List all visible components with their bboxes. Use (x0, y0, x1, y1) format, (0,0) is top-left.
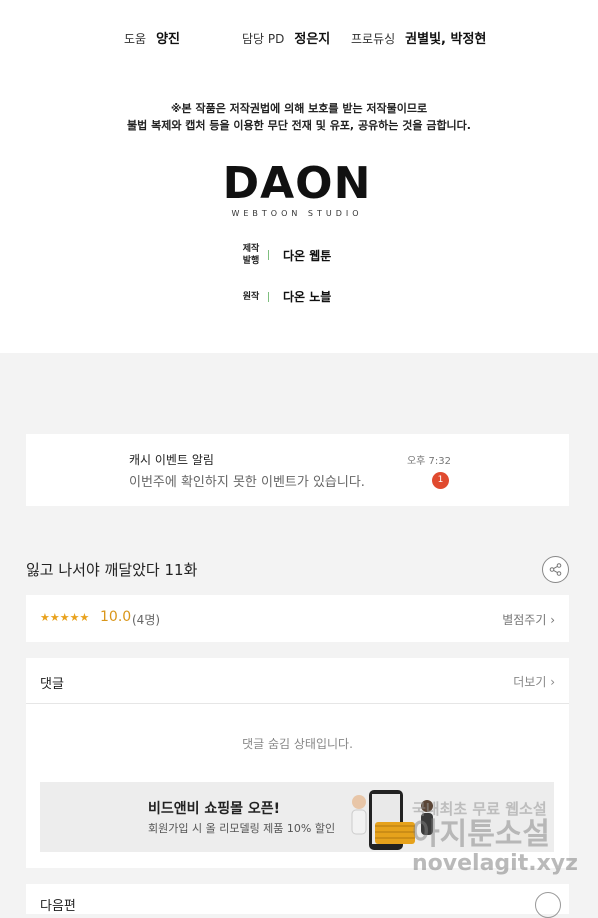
comments-more-button[interactable]: 더보기 › (513, 673, 555, 690)
next-arrow-icon (535, 892, 561, 918)
production-value: 다온 웹툰 (283, 248, 332, 263)
notification-card[interactable]: 캐시 이벤트 알림 이번주에 확인하지 못한 이벤트가 있습니다. 오후 7:3… (26, 434, 569, 506)
credit-pd-label: 담당 PD (242, 32, 285, 46)
comments-hidden-text: 댓글 숨김 상태입니다. (242, 737, 353, 751)
production-label-2: 발행 (242, 256, 260, 266)
notification-badge: 1 (432, 472, 449, 489)
rating-card: ★★★★★ 10.0 (4명) 별점주기 › (26, 595, 569, 642)
rating-score: 10.0 (100, 609, 132, 625)
credits-section: 도움 양진 담당 PD 정은지 프로듀싱 권별빛, 박정현 ※본 작품은 저작권법에 … (0, 0, 598, 353)
notification-title: 캐시 이벤트 알림 (129, 453, 214, 467)
rate-button[interactable]: 별점주기 › (502, 611, 555, 628)
meta-divider (268, 250, 269, 260)
credit-assist-value: 양진 (156, 32, 181, 47)
credit-producing-value: 권별빛, 박정현 (405, 32, 487, 47)
logo-main: DAON (222, 158, 372, 209)
production-label-1: 제작 (242, 244, 260, 254)
meta-divider (268, 291, 269, 302)
notification-time: 오후 7:32 (406, 456, 451, 467)
notification-message: 이번주에 확인하지 못한 이벤트가 있습니다. (129, 475, 365, 490)
credit-assist-label: 도움 (124, 32, 147, 46)
original-label: 원작 (242, 291, 260, 302)
watermark: 국내최초 무료 웹소설 아지툰소설 novelagit.xyz (412, 798, 592, 876)
comments-header: 댓글 (40, 677, 64, 692)
notice-line-1: ※본 작품은 저작권법에 의해 보호를 받는 저작물이므로 (170, 102, 428, 115)
credit-pd: 담당 PD 정은지 (242, 28, 330, 47)
credit-assist: 도움 양진 (124, 28, 180, 47)
production-row: 제작 발행 다온 웹툰 (236, 243, 332, 267)
credit-producing: 프로듀싱 권별빛, 박정현 (351, 28, 486, 47)
daon-logo: DAON WEBTOON STUDIO (222, 158, 372, 219)
production-label: 제작 발행 (236, 243, 266, 267)
watermark-line-1: 국내최초 무료 웹소설 (412, 800, 547, 818)
episode-title: 잃고 나서야 깨달았다 11화 (26, 561, 198, 579)
watermark-line-3: novelagit.xyz (412, 851, 578, 876)
comments-divider (26, 703, 569, 704)
logo-sub: WEBTOON STUDIO (231, 209, 363, 218)
watermark-line-2: 아지툰소설 (412, 817, 550, 852)
next-episode-label: 다음편 (40, 899, 76, 914)
ad-headline: 비드앤비 쇼핑몰 오픈! (148, 801, 281, 817)
original-row: 원작 다온 노블 (236, 288, 332, 305)
share-icon (549, 563, 562, 576)
credit-pd-value: 정은지 (294, 32, 331, 47)
rating-count: (4명) (132, 613, 161, 627)
original-value: 다온 노블 (283, 290, 332, 304)
next-episode-card[interactable]: 다음편 (26, 884, 569, 918)
rating-stars: ★★★★★ (40, 611, 90, 624)
credit-producing-label: 프로듀싱 (351, 32, 396, 46)
copyright-notice: ※본 작품은 저작권법에 의해 보호를 받는 저작물이므로 불법 복제와 캡처 … (0, 100, 598, 134)
notice-line-2: 불법 복제와 캡처 등을 이용한 무단 전재 및 유포, 공유하는 것을 금합니… (127, 119, 471, 132)
ad-subline: 회원가입 시 올 리모델링 제품 10% 할인 (148, 822, 336, 835)
share-button[interactable] (542, 556, 569, 583)
